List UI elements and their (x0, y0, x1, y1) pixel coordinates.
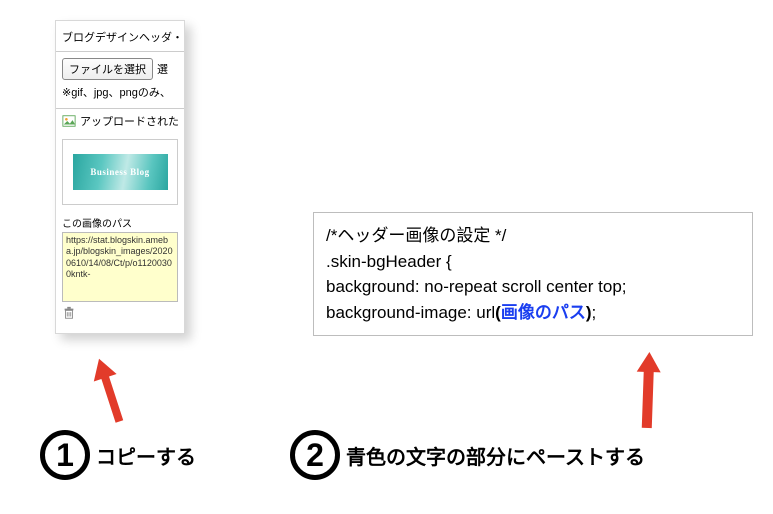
step-1-number: 1 (40, 430, 90, 480)
code-line-comment: /*ヘッダー画像の設定 */ (326, 223, 740, 249)
code-line-bg: background: no-repeat scroll center top; (326, 274, 740, 300)
code-line-selector: .skin-bgHeader { (326, 249, 740, 275)
trash-row (56, 306, 184, 327)
step-2-text: 青色の文字の部分にペーストする (346, 441, 645, 470)
image-path-textbox[interactable]: https://stat.blogskin.ameba.jp/blogskin_… (62, 232, 178, 302)
step-2: 2 青色の文字の部分にペーストする (290, 430, 645, 480)
choose-file-button[interactable]: ファイルを選択 (62, 58, 153, 80)
code-text: background-image: url (326, 303, 495, 322)
image-path-label: この画像のパス (56, 209, 184, 232)
step-1-text: コピーする (96, 441, 196, 470)
uploaded-label: アップロードされた (80, 113, 179, 129)
code-semicolon: ; (592, 303, 597, 322)
arrow-annotation-1 (79, 351, 140, 435)
file-aux-text: 選 (157, 61, 168, 77)
code-line-bgimage: background-image: url(画像のパス); (326, 300, 740, 326)
thumbnail-frame[interactable]: Business Blog (62, 139, 178, 205)
image-icon (62, 114, 76, 128)
css-code-box: /*ヘッダー画像の設定 */ .skin-bgHeader { backgrou… (313, 212, 753, 336)
arrow-annotation-2 (629, 349, 668, 435)
file-select-row: ファイルを選択 選 (56, 52, 184, 82)
upload-panel: ブログデザインヘッダ・ ファイルを選択 選 ※gif、jpg、pngのみ、 アッ… (55, 20, 185, 334)
step-2-number: 2 (290, 430, 340, 480)
panel-title: ブログデザインヘッダ・ (56, 25, 184, 52)
step-1: 1 コピーする (40, 430, 196, 480)
header-thumbnail: Business Blog (73, 154, 168, 190)
uploaded-row: アップロードされた (56, 108, 184, 135)
file-format-note: ※gif、jpg、pngのみ、 (56, 82, 184, 108)
trash-icon[interactable] (62, 307, 76, 324)
code-path-placeholder: 画像のパス (501, 303, 586, 322)
